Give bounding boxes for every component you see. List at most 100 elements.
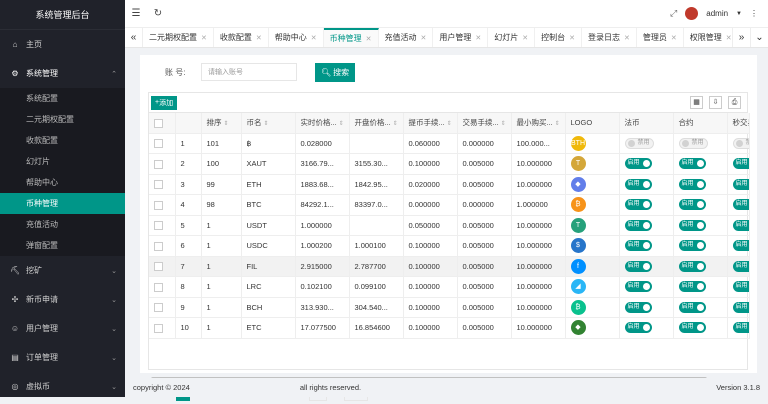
sort-icon[interactable]: ⇕ <box>447 121 452 127</box>
close-icon[interactable]: ✕ <box>569 35 575 42</box>
sidebar-item-sub[interactable]: 幻灯片 <box>0 151 125 172</box>
table-row[interactable]: 7 1 FIL 2.915000 2.787700 0.100000 0.005000 10.… <box>149 256 750 277</box>
fiat-toggle[interactable]: 启用 <box>624 219 652 231</box>
tab-item[interactable]: 收款配置 ✕ <box>214 28 269 47</box>
table-row[interactable]: 10 1 ETC 17.077500 16.854600 0.100000 0.005000… <box>149 317 750 339</box>
row-checkbox[interactable] <box>149 153 176 175</box>
columns-icon[interactable]: ▦ <box>690 96 703 109</box>
tab-item[interactable]: 权限管理 ✕ <box>684 28 732 47</box>
sort-icon[interactable]: ⇕ <box>224 121 229 127</box>
sec-toggle[interactable]: 启用 <box>732 301 748 313</box>
search-button[interactable]: 🔍︎ 搜索 <box>315 62 356 82</box>
close-icon[interactable]: ✕ <box>201 35 207 42</box>
contract-toggle[interactable]: 启用 <box>678 240 706 252</box>
tabs-next-icon[interactable]: » <box>732 28 750 47</box>
column-header[interactable]: 实时价格... ⇕ <box>295 113 350 134</box>
fiat-toggle[interactable]: 启用 <box>624 322 652 334</box>
nav-orders[interactable]: ▤ 订单管理 ⌄ <box>0 343 125 372</box>
tab-item[interactable]: 充值活动 ✕ <box>379 28 434 47</box>
sort-icon[interactable]: ⇕ <box>264 121 269 127</box>
column-header[interactable]: 合约 <box>673 113 728 134</box>
checkbox[interactable] <box>154 221 163 230</box>
contract-toggle[interactable]: 启用 <box>678 178 706 190</box>
contract-toggle[interactable]: 启用 <box>678 281 706 293</box>
column-header[interactable]: 币名 ⇕ <box>241 113 296 134</box>
close-icon[interactable]: ✕ <box>311 35 317 42</box>
contract-toggle[interactable]: 启用 <box>678 322 706 334</box>
checkbox[interactable] <box>154 159 163 169</box>
sidebar-item-sub[interactable]: 系统配置 <box>0 88 125 109</box>
fullscreen-icon[interactable]: ⤢ <box>670 8 677 19</box>
table-row[interactable]: 1 101 ฿ 0.028000 0.060000 0.000000 100.000... B… <box>149 133 750 154</box>
column-header[interactable]: 交易手续... ⇕ <box>457 113 512 134</box>
sec-toggle[interactable]: 启用 <box>732 281 748 293</box>
nav-newcoin[interactable]: ✣ 新币申请 ⌄ <box>0 285 125 314</box>
column-header[interactable]: LOGO <box>565 113 620 134</box>
column-header[interactable]: 排序 ⇕ <box>201 113 242 134</box>
sort-icon[interactable]: ⇕ <box>339 121 344 127</box>
checkbox[interactable] <box>154 262 163 271</box>
tabs-menu-icon[interactable]: ⌄ <box>750 28 768 47</box>
table-row[interactable]: 2 100 XAUT 3166.79... 3155.30... 0.100000 0.00… <box>149 153 750 175</box>
tab-item[interactable]: 控制台 ✕ <box>535 28 582 47</box>
close-icon[interactable]: ✕ <box>671 35 677 42</box>
refresh-icon[interactable]: ↻ <box>147 8 169 19</box>
add-button[interactable]: + 添加 <box>151 95 178 110</box>
table-row[interactable]: 9 1 BCH 313.930... 304.540... 0.100000 0.00500… <box>149 297 750 318</box>
table-row[interactable]: 4 98 BTC 84292.1... 83397.0... 0.000000 0.0000… <box>149 194 750 216</box>
sec-toggle[interactable]: 启用 <box>732 219 748 231</box>
checkbox[interactable] <box>154 241 163 251</box>
table-row[interactable]: 5 1 USDT 1.000000 0.050000 0.005000 10.000000 T… <box>149 215 750 236</box>
checkbox[interactable] <box>154 303 163 312</box>
sidebar-item-sub[interactable]: 收款配置 <box>0 130 125 151</box>
row-checkbox[interactable] <box>149 235 176 257</box>
sec-toggle[interactable]: 启用 <box>732 199 748 211</box>
checkbox[interactable] <box>154 180 163 189</box>
contract-toggle[interactable]: 启用 <box>678 199 706 211</box>
tab-item[interactable]: 登录日志 ✕ <box>582 28 637 47</box>
more-icon[interactable]: ⋮ <box>750 9 758 18</box>
contract-toggle[interactable]: 禁用 <box>678 137 708 149</box>
sidebar-item-sub[interactable]: 充值活动 <box>0 214 125 235</box>
column-header[interactable]: 最小购买... ⇕ <box>511 113 566 134</box>
sec-toggle[interactable]: 启用 <box>732 240 748 252</box>
fiat-toggle[interactable]: 禁用 <box>624 137 654 149</box>
nav-mining[interactable]: ⛏ 挖矿 ⌄ <box>0 256 125 285</box>
sort-icon[interactable]: ⇕ <box>393 121 398 127</box>
sec-toggle[interactable]: 启用 <box>732 260 748 272</box>
row-checkbox[interactable] <box>149 194 176 216</box>
sec-toggle[interactable]: 启用 <box>732 322 748 334</box>
fiat-toggle[interactable]: 启用 <box>624 281 652 293</box>
close-icon[interactable]: ✕ <box>256 35 262 42</box>
column-header[interactable]: 提币手续... ⇕ <box>403 113 458 134</box>
sort-icon[interactable]: ⇕ <box>501 121 506 127</box>
fiat-toggle[interactable]: 启用 <box>624 178 652 190</box>
sort-icon[interactable]: ⇕ <box>555 121 560 127</box>
close-icon[interactable]: ✕ <box>421 35 427 42</box>
sidebar-item-sub[interactable]: 弹窗配置 <box>0 235 125 256</box>
select-all-checkbox[interactable] <box>149 113 176 134</box>
nav-users[interactable]: ☺ 用户管理 ⌄ <box>0 314 125 343</box>
fiat-toggle[interactable]: 启用 <box>624 260 652 272</box>
user-name[interactable]: admin <box>706 9 728 18</box>
fiat-toggle[interactable]: 启用 <box>624 158 652 170</box>
close-icon[interactable]: ✕ <box>522 35 528 42</box>
tab-item[interactable]: 帮助中心 ✕ <box>269 28 324 47</box>
contract-toggle[interactable]: 启用 <box>678 260 706 272</box>
fiat-toggle[interactable]: 启用 <box>624 301 652 313</box>
row-checkbox[interactable] <box>149 256 176 277</box>
tab-item[interactable]: 幻灯片 ✕ <box>488 28 536 47</box>
checkbox[interactable] <box>154 139 163 148</box>
account-input[interactable]: 请输入账号 <box>201 63 297 81</box>
avatar[interactable] <box>685 7 699 20</box>
print-icon[interactable]: ⎙ <box>728 96 741 109</box>
nav-system[interactable]: ⚙ 系统管理 ⌃ <box>0 59 125 88</box>
checkbox[interactable] <box>154 323 163 333</box>
checkbox[interactable] <box>154 282 163 292</box>
close-icon[interactable]: ✕ <box>624 35 630 42</box>
sec-toggle[interactable]: 禁用 <box>732 137 748 149</box>
tab-item[interactable]: 管理员 ✕ <box>637 28 684 47</box>
row-checkbox[interactable] <box>149 215 176 236</box>
column-header[interactable]: 开盘价格... ⇕ <box>349 113 404 134</box>
close-icon[interactable]: ✕ <box>366 36 372 43</box>
